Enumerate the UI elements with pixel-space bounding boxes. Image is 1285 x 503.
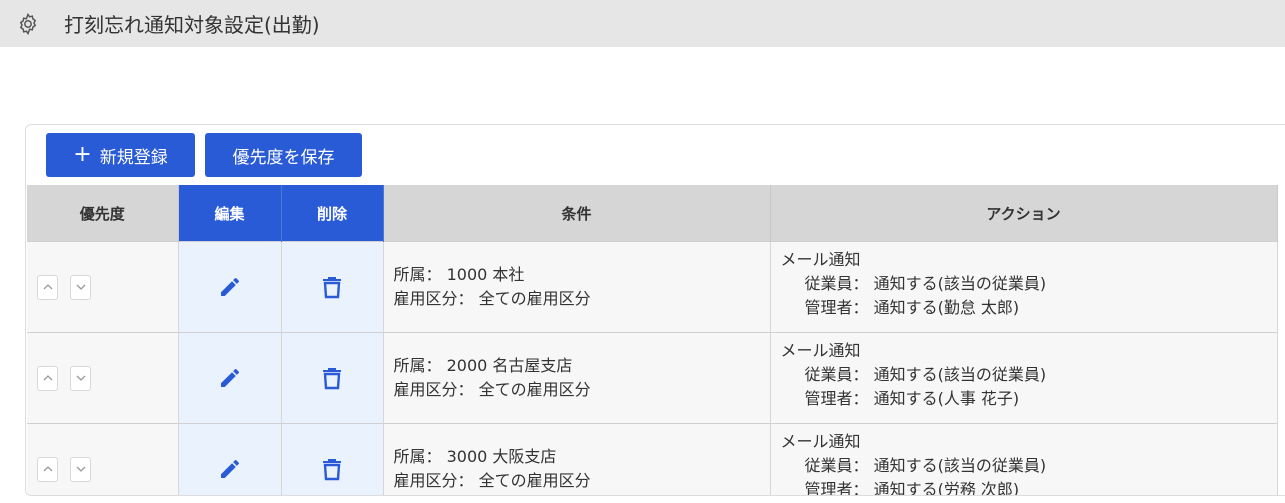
trash-icon	[323, 367, 341, 389]
column-header-priority: 優先度	[27, 185, 179, 242]
table-row: 所属： 1000 本社 雇用区分： 全ての雇用区分 メール通知 従業員： 通知す…	[27, 241, 1278, 333]
condition-cell: 所属： 1000 本社 雇用区分： 全ての雇用区分	[383, 241, 771, 333]
delete-cell	[281, 241, 384, 333]
chevron-up-icon	[43, 375, 52, 381]
action-employee: 従業員： 通知する(該当の従業員)	[804, 365, 1047, 384]
chevron-down-icon	[76, 375, 85, 381]
column-header-delete: 削除	[281, 185, 384, 242]
action-title: メール通知	[780, 432, 861, 451]
trash-icon	[323, 458, 341, 480]
condition-employment-type: 雇用区分： 全ての雇用区分	[393, 471, 591, 490]
delete-button[interactable]	[317, 454, 347, 484]
condition-affiliation: 所属： 1000 本社	[393, 265, 525, 284]
gear-icon	[16, 12, 40, 36]
move-up-button[interactable]	[37, 274, 58, 300]
delete-button[interactable]	[317, 272, 347, 302]
save-priority-label: 優先度を保存	[232, 147, 335, 168]
action-cell: メール通知 従業員： 通知する(該当の従業員) 管理者： 通知する(勤怠 太郎)	[770, 241, 1278, 333]
condition-cell: 所属： 3000 大阪支店 雇用区分： 全ての雇用区分	[383, 423, 771, 495]
edit-cell	[178, 423, 282, 495]
edit-cell	[178, 332, 282, 424]
action-employee: 従業員： 通知する(該当の従業員)	[804, 456, 1047, 475]
plus-icon: +	[73, 142, 92, 167]
delete-cell	[281, 332, 384, 424]
condition-employment-type: 雇用区分： 全ての雇用区分	[393, 380, 591, 399]
column-header-edit: 編集	[178, 185, 282, 242]
priority-cell	[27, 423, 179, 495]
move-up-button[interactable]	[37, 456, 58, 482]
priority-cell	[27, 241, 179, 333]
move-down-button[interactable]	[70, 456, 91, 482]
condition-cell: 所属： 2000 名古屋支店 雇用区分： 全ての雇用区分	[383, 332, 771, 424]
move-down-button[interactable]	[70, 274, 91, 300]
pencil-icon	[220, 368, 239, 387]
delete-cell	[281, 423, 384, 495]
action-manager: 管理者： 通知する(労務 次郎)	[804, 480, 1020, 496]
action-employee: 従業員： 通知する(該当の従業員)	[804, 274, 1047, 293]
condition-employment-type: 雇用区分： 全ての雇用区分	[393, 289, 591, 308]
edit-button[interactable]	[215, 363, 245, 393]
table-row: 所属： 3000 大阪支店 雇用区分： 全ての雇用区分 メール通知 従業員： 通…	[27, 423, 1278, 496]
table-header-row: 優先度 編集 削除 条件 アクション	[27, 185, 1278, 242]
edit-cell	[178, 241, 282, 333]
pencil-icon	[220, 277, 239, 296]
action-title: メール通知	[780, 341, 861, 360]
move-down-button[interactable]	[70, 365, 91, 391]
pencil-icon	[220, 459, 239, 478]
title-bar: 打刻忘れ通知対象設定(出勤)	[0, 0, 1285, 47]
chevron-down-icon	[76, 466, 85, 472]
action-title: メール通知	[780, 250, 861, 269]
priority-cell	[27, 332, 179, 424]
action-manager: 管理者： 通知する(人事 花子)	[804, 389, 1020, 408]
column-header-action: アクション	[770, 185, 1278, 242]
delete-button[interactable]	[317, 363, 347, 393]
page-title: 打刻忘れ通知対象設定(出勤)	[64, 13, 320, 37]
action-cell: メール通知 従業員： 通知する(該当の従業員) 管理者： 通知する(労務 次郎)	[770, 423, 1278, 496]
edit-button[interactable]	[215, 454, 245, 484]
save-priority-button[interactable]: 優先度を保存	[205, 133, 362, 177]
new-register-button[interactable]: + 新規登録	[46, 133, 195, 177]
trash-icon	[323, 276, 341, 298]
column-header-condition: 条件	[383, 185, 771, 242]
chevron-down-icon	[76, 284, 85, 290]
settings-panel: + 新規登録 優先度を保存 優先度 編集 削除 条件 アクション 所属： 100…	[25, 124, 1285, 496]
action-manager: 管理者： 通知する(勤怠 太郎)	[804, 298, 1020, 317]
notification-rules-table: 優先度 編集 削除 条件 アクション 所属： 1000 本社 雇用区分： 全ての…	[27, 185, 1278, 496]
table-row: 所属： 2000 名古屋支店 雇用区分： 全ての雇用区分 メール通知 従業員： …	[27, 332, 1278, 424]
condition-affiliation: 所属： 3000 大阪支店	[393, 447, 557, 466]
action-cell: メール通知 従業員： 通知する(該当の従業員) 管理者： 通知する(人事 花子)	[770, 332, 1278, 424]
chevron-up-icon	[43, 466, 52, 472]
condition-affiliation: 所属： 2000 名古屋支店	[393, 356, 573, 375]
chevron-up-icon	[43, 284, 52, 290]
edit-button[interactable]	[215, 272, 245, 302]
new-register-label: 新規登録	[99, 147, 168, 168]
move-up-button[interactable]	[37, 365, 58, 391]
